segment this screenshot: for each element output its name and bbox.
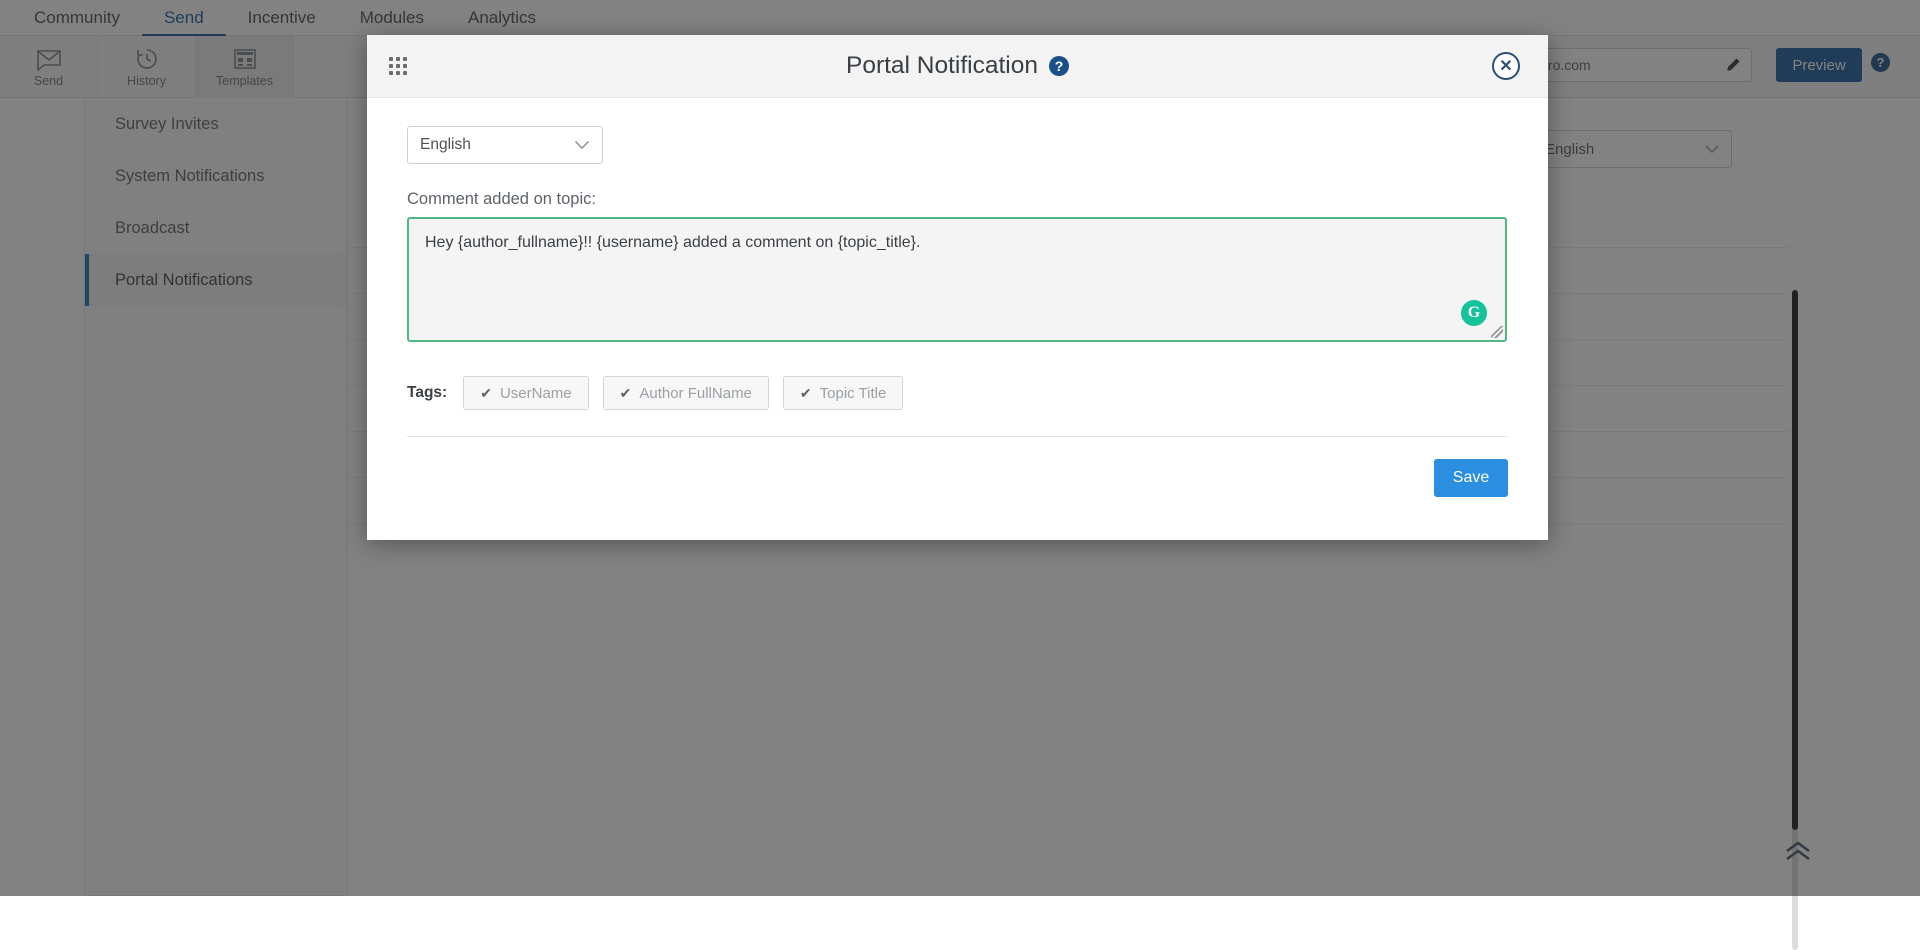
- tag-button-username[interactable]: ✔ UserName: [463, 376, 588, 410]
- chevron-down-icon: [574, 140, 590, 150]
- tag-button-topic-title[interactable]: ✔ Topic Title: [783, 376, 903, 410]
- close-x-icon[interactable]: ✕: [1492, 52, 1520, 80]
- save-button[interactable]: Save: [1434, 459, 1508, 497]
- tag-button-author-fullname-label: Author FullName: [639, 385, 752, 402]
- portal-notification-modal: Portal Notification ? ✕ English Comment …: [367, 35, 1548, 540]
- tag-button-username-label: UserName: [500, 385, 572, 402]
- question-mark-icon[interactable]: ?: [1049, 56, 1069, 76]
- modal-title-group: Portal Notification ?: [846, 52, 1069, 80]
- check-icon: ✔: [620, 385, 632, 402]
- modal-body: English Comment added on topic: Hey {aut…: [367, 98, 1548, 437]
- message-textarea-value: Hey {author_fullname}!! {username} added…: [425, 234, 920, 251]
- resize-handle-icon[interactable]: [1491, 326, 1503, 338]
- modal-header: Portal Notification ? ✕: [367, 35, 1548, 98]
- message-textarea[interactable]: Hey {author_fullname}!! {username} added…: [407, 217, 1507, 342]
- tags-row: Tags: ✔ UserName ✔ Author FullName ✔ Top…: [407, 376, 1508, 410]
- page-title: Portal Notification: [846, 52, 1038, 80]
- tag-button-topic-title-label: Topic Title: [820, 385, 887, 402]
- modal-language-select[interactable]: English: [407, 126, 603, 164]
- modal-footer: Save: [367, 437, 1548, 497]
- tags-label: Tags:: [407, 384, 447, 402]
- drag-grip-icon[interactable]: [389, 57, 407, 75]
- message-field-label: Comment added on topic:: [407, 190, 1508, 209]
- grammarly-icon[interactable]: G: [1461, 300, 1487, 326]
- tag-button-author-fullname[interactable]: ✔ Author FullName: [603, 376, 769, 410]
- check-icon: ✔: [800, 385, 812, 402]
- check-icon: ✔: [480, 385, 492, 402]
- modal-language-value: English: [420, 136, 471, 154]
